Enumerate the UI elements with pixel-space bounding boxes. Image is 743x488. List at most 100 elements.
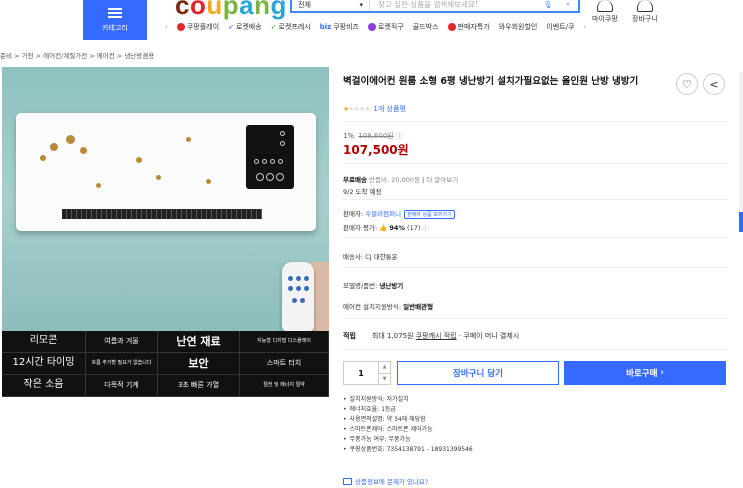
shipping-info: 무료배송 반품비: 20,000원 | 더 알아보기 (343, 176, 459, 184)
spec-list: 설치지원방식: 자가설치 에너지효율: 1등급 사용면적설명: 약 34에 해당… (343, 395, 473, 455)
rocket-fresh-icon: ➶ (270, 23, 277, 31)
report-link[interactable]: 상품정보에 문제가 있나요? (343, 476, 428, 486)
feature-cell: 3초 빠른 가열 (158, 375, 240, 397)
add-to-cart-button[interactable]: 장바구니 담기 (397, 361, 559, 385)
top-menu: ‹ 쿠팡플레이 ➶ 로켓배송 ➶ 로켓프레시 biz 쿠팡비즈 로켓직구 골드박스 판… (165, 22, 586, 32)
feature-cell: 흐름 추가할 필요가 없습니다 (86, 353, 158, 375)
control-panel (246, 125, 294, 189)
search-icon[interactable]: ⌕ (558, 0, 578, 9)
product-title: 벽걸이에어컨 원룸 소형 6평 냉난방기 설치가필요없는 올인원 난방 냉방기 (343, 76, 639, 87)
hamburger-icon (108, 7, 122, 18)
rocket-icon: ➶ (228, 23, 234, 31)
breadcrumb-item[interactable]: 준비 (0, 52, 12, 60)
menu-item-rocket-fresh[interactable]: ➶ 로켓프레시 (271, 22, 311, 32)
globe-icon (367, 23, 376, 31)
chevron-down-icon: ▾ (359, 0, 363, 9)
search-category-select[interactable]: 전체 ▾ (292, 0, 370, 11)
right-scroll-indicator[interactable] (739, 72, 743, 232)
list-item: 사용면적설명: 약 34에 해당함 (343, 415, 473, 425)
chevron-left-icon[interactable]: ‹ (165, 23, 168, 31)
list-item: 무풍가능 여부: 무풍가능 (343, 435, 473, 445)
product-main-image[interactable]: 리모콘 여름과 겨울 난연 재료 지능형 디지털 디스플레이 12시간 타이밍 … (2, 67, 329, 397)
air-vent (62, 209, 262, 219)
feature-cell: 난연 재료 (158, 331, 240, 353)
original-price: 108,600원 (358, 132, 394, 140)
divider (343, 237, 728, 238)
menu-item-event[interactable]: 이벤트/쿠 (546, 22, 574, 32)
coupang-logo[interactable]: coupang (175, 0, 287, 21)
feature-cell: 보안 (158, 353, 240, 375)
menu-item-biz[interactable]: biz 쿠팡비즈 (320, 22, 359, 32)
breadcrumb: 준비 > 가전 > 에어컨/계절가전 > 에어컨 > 냉난방겸용 (0, 52, 155, 60)
seller-name-link[interactable]: 수블리컴퍼니 (365, 210, 401, 218)
menu-item-goldbox[interactable]: 골드박스 (413, 22, 439, 32)
coupang-cash-link[interactable]: 쿠팡캐시 적립 (416, 332, 457, 340)
divider (343, 163, 728, 164)
feature-cell: 다목적 기계 (86, 375, 158, 397)
cart-icon (636, 0, 653, 12)
menu-item-coupang-play[interactable]: 쿠팡플레이 (176, 22, 219, 32)
search-input[interactable]: 찾고 싶은 상품을 검색해보세요! (370, 0, 538, 10)
list-item: 설치지원방식: 자가설치 (343, 395, 473, 405)
delivery-company: 배송사: CJ 대한통운 (343, 253, 398, 261)
feature-cell: 지능형 디지털 디스플레이 (240, 331, 329, 353)
discount-line: 1% 108,600원 ⓘ (343, 132, 403, 140)
category-label: 카테고리 (102, 23, 128, 32)
model-info: 모델명/품번: 냉난방기 (343, 282, 404, 290)
breadcrumb-item[interactable]: 냉난방겸용 (124, 52, 154, 60)
review-count[interactable]: 1개 상품평 (373, 104, 405, 114)
divider (343, 318, 728, 319)
buy-now-button[interactable]: 바로구매 › (564, 361, 726, 385)
user-icon (596, 0, 613, 12)
feature-cell: 절전 및 에너지 절약 (240, 375, 329, 397)
chevron-right-icon[interactable]: › (583, 23, 586, 31)
divider (343, 199, 728, 200)
product-rating[interactable]: ★★★★★ 1개 상품평 (343, 104, 406, 114)
shipping-more-link[interactable]: 더 알아보기 (426, 176, 458, 184)
share-icon[interactable]: < (703, 73, 725, 95)
breadcrumb-item[interactable]: 에어컨/계절가전 (43, 52, 87, 60)
heart-icon[interactable]: ♡ (676, 73, 698, 95)
remote-control-image (282, 262, 314, 332)
info-icon[interactable]: ⓘ (396, 132, 403, 140)
info-icon[interactable]: ⓘ (422, 224, 429, 232)
decrease-icon[interactable]: ▼ (379, 372, 390, 385)
divider (343, 349, 728, 350)
feature-cell: 리모콘 (2, 331, 86, 353)
seller-products-button[interactable]: 판매자 상품 보러가기 (404, 210, 455, 219)
cart-header-button[interactable]: 장바구니 (632, 0, 658, 24)
play-icon (176, 23, 185, 31)
air-conditioner-image (16, 113, 316, 231)
reward-info: 적립 최대 1,075원 쿠팡캐시 적립 · 쿠페이 머니 결제시 (343, 332, 520, 340)
star-rating-icon: ★★★★★ (343, 105, 370, 113)
my-coupang-button[interactable]: 마이쿠팡 (592, 0, 618, 24)
feature-grid: 리모콘 여름과 겨울 난연 재료 지능형 디지털 디스플레이 12시간 타이밍 … (2, 331, 329, 397)
divider (343, 121, 728, 122)
menu-item-rocket[interactable]: ➶ 로켓배송 (228, 22, 262, 32)
feature-cell: 여름과 겨울 (86, 331, 158, 353)
list-item: 쿠팡상품번호: 7354138791 - 18931399546 (343, 445, 473, 455)
quantity-input[interactable]: 1 (344, 362, 378, 384)
breadcrumb-item[interactable]: 에어컨 (97, 52, 115, 60)
install-info: 에어컨 설치지원방식: 일반배관형 (343, 303, 434, 311)
seller-rating: 판매자 평가: 👍 94% (17) ⓘ (343, 224, 429, 232)
menu-item-seller-deal[interactable]: 판매자특가 (447, 22, 490, 32)
arrival-date: 9/2 도착 예정 (343, 188, 382, 196)
divider (343, 267, 728, 268)
increase-icon[interactable]: ▲ (379, 362, 390, 373)
chevron-right-icon: › (660, 368, 664, 378)
menu-item-wow[interactable]: 와우회원할인 (499, 22, 538, 32)
search-bar: 전체 ▾ 찾고 싶은 상품을 검색해보세요! 🎙 ⌕ (290, 0, 580, 13)
breadcrumb-item[interactable]: 가전 (22, 52, 34, 60)
feature-cell: 12시간 타이밍 (2, 353, 86, 375)
sale-price: 107,500원 (343, 143, 409, 157)
feature-cell: 스마트 터치 (240, 353, 329, 375)
microphone-icon[interactable]: 🎙 (538, 1, 558, 9)
menu-item-direct[interactable]: 로켓직구 (367, 22, 404, 32)
list-item: 에너지효율: 1등급 (343, 405, 473, 415)
thumbs-up-icon: 👍 (379, 224, 388, 232)
quantity-stepper[interactable]: 1 ▲ ▼ (343, 361, 391, 385)
report-icon (343, 477, 352, 485)
category-button[interactable]: 카테고리 (83, 0, 147, 40)
seller-info: 판매자: 수블리컴퍼니 판매자 상품 보러가기 (343, 208, 455, 219)
